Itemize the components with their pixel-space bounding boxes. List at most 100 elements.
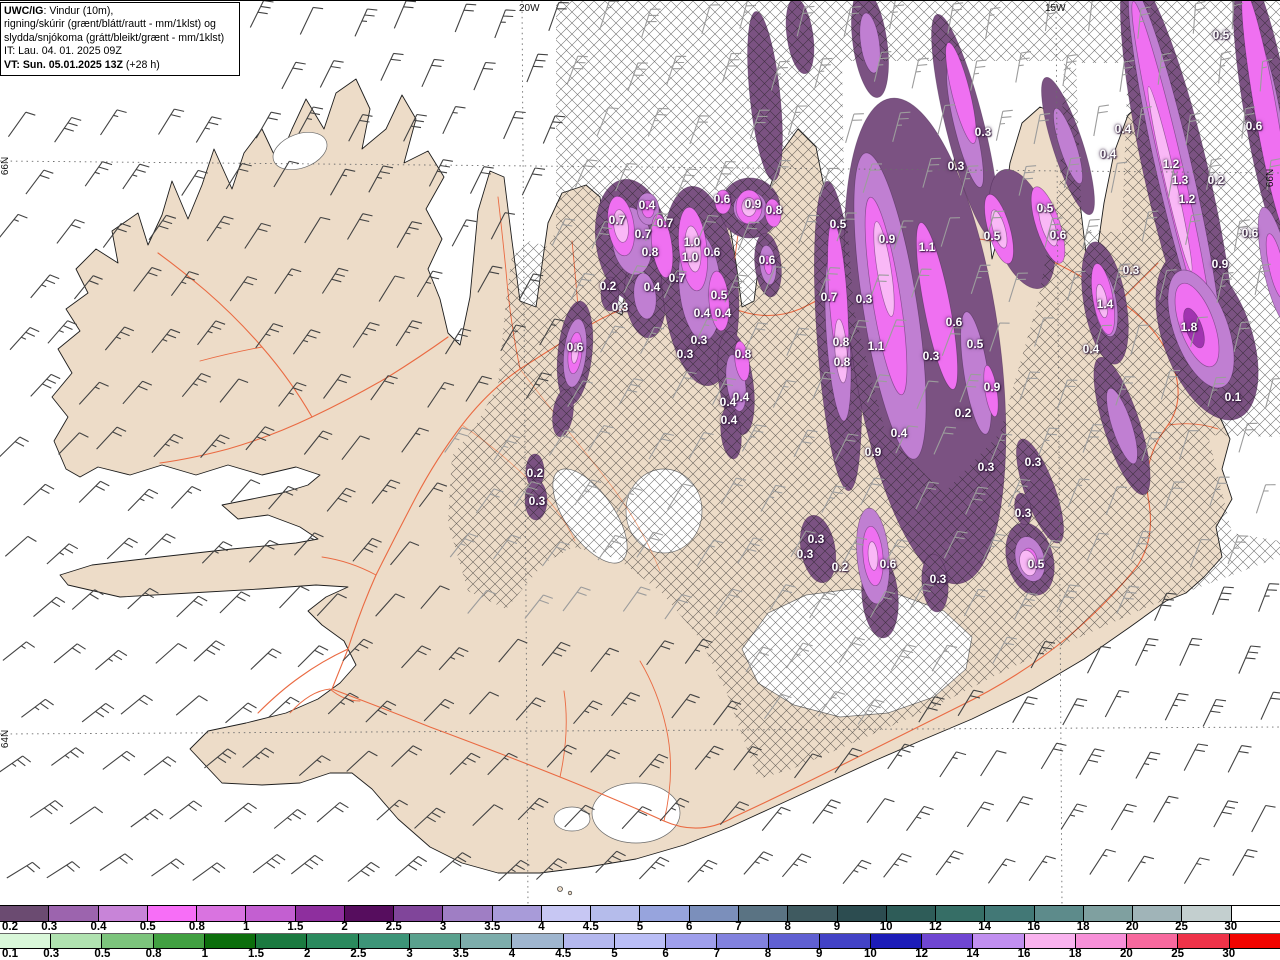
legend-color-cell xyxy=(768,934,820,948)
legend-color-cell xyxy=(197,906,247,921)
legend-tick-label: 10 xyxy=(879,921,893,933)
legend-tick-label: 16 xyxy=(1027,921,1041,933)
legend-tick-label: 4.5 xyxy=(582,921,599,933)
rain-scale-bar xyxy=(0,933,1280,949)
legend-color-cell xyxy=(344,906,395,921)
rain-scale-labels: 0.1 0.3 0.5 0.8 1 1.5 2 2.5 3 3.5 4 4.5 5 6 7 8 9 10 12 14 1… xyxy=(0,948,1280,960)
legend-tick-label: 0.3 xyxy=(43,948,60,960)
legend-color-cell xyxy=(204,934,257,948)
legend-tick-label: 2 xyxy=(341,921,348,933)
legend-tick-label: 18 xyxy=(1068,948,1082,960)
weather-map-screenshot: 0.5 0.3 0.4 0.6 0.4 0.3 1.2 1.3 0.2 1.2 0.4 0.6 0.9 0… xyxy=(0,0,1280,960)
legend-color-cell xyxy=(1178,934,1230,948)
legend-tick-label: 30 xyxy=(1224,921,1238,933)
legend-color-cell xyxy=(49,906,99,921)
legend-tick-label: 12 xyxy=(928,921,942,933)
legend-tick-label: 0.3 xyxy=(41,921,58,933)
legend-color-cell xyxy=(837,906,887,921)
legend-tick-label: 9 xyxy=(815,948,823,960)
legend-color-cell xyxy=(640,906,690,921)
legend-tick-label: 2 xyxy=(303,948,311,960)
legend-color-cell xyxy=(563,934,615,948)
legend-tick-label: 8 xyxy=(784,921,791,933)
legend-tick-label: 0.1 xyxy=(2,948,18,960)
legend-color-cell xyxy=(717,934,769,948)
legend-tick-label: 0.5 xyxy=(139,921,156,933)
legend-tick-label: 16 xyxy=(1017,948,1031,960)
legend-color-cell xyxy=(147,906,198,921)
legend-color-cell xyxy=(307,934,359,948)
legend-color-cell xyxy=(819,934,871,948)
app-id: UWC/IG xyxy=(4,5,44,17)
legend-tick-label: 0.5 xyxy=(94,948,111,960)
legend-tick-label: 8 xyxy=(764,948,772,960)
map-canvas: 0.5 0.3 0.4 0.6 0.4 0.3 1.2 1.3 0.2 1.2 0.4 0.6 0.9 0… xyxy=(0,0,1280,905)
legend-color-cell xyxy=(1231,906,1280,921)
legend-tick-label: 14 xyxy=(966,948,980,960)
legend-tick-label: 0.8 xyxy=(188,921,205,933)
legend-tick-label: 3 xyxy=(439,921,447,933)
legend-color-cell xyxy=(936,906,986,921)
legend-color-cell xyxy=(1024,934,1076,948)
title-line-5: VT: Sun. 05.01.2025 13Z (+28 h) xyxy=(4,58,160,71)
legend-color-cell xyxy=(1182,906,1232,921)
legend-color-cell xyxy=(614,934,667,948)
legend-tick-label: 6 xyxy=(662,948,669,960)
legend-tick-label: 25 xyxy=(1175,921,1188,933)
legend-color-cell xyxy=(51,934,103,948)
legend-color-cell xyxy=(1229,934,1280,948)
legend-tick-label: 3 xyxy=(406,948,413,960)
legend-tick-label: 4 xyxy=(538,921,545,933)
legend-tick-label: 30 xyxy=(1222,948,1236,960)
legend-color-cell xyxy=(256,934,308,948)
legend-tick-label: 20 xyxy=(1125,921,1139,933)
legend-color-cell xyxy=(870,934,923,948)
legend-color-cell xyxy=(512,934,564,948)
legend-tick-label: 5 xyxy=(636,921,644,933)
legend-tick-label: 2.5 xyxy=(350,948,367,960)
legend-color-cell xyxy=(394,906,444,921)
legend-tick-label: 3.5 xyxy=(484,921,501,933)
legend-color-cell xyxy=(102,934,154,948)
legend-color-cell xyxy=(541,906,592,921)
islet xyxy=(567,890,573,896)
legend-color-cell xyxy=(985,906,1035,921)
title-box: UWC/IG: Vindur (10m), rigning/skúrir (gr… xyxy=(0,2,240,77)
legend-tick-label: 18 xyxy=(1076,921,1090,933)
legend-color-cell xyxy=(98,906,148,921)
legend-tick-label: 5 xyxy=(611,948,618,960)
legend-color-cell xyxy=(358,934,410,948)
legend-color-cell xyxy=(973,934,1025,948)
legend-color-cell xyxy=(0,906,50,921)
legend-color-cell xyxy=(0,934,52,948)
legend-color-cell xyxy=(591,906,641,921)
legend-color-cell xyxy=(1075,934,1128,948)
legend-color-cell xyxy=(246,906,296,921)
legend-tick-label: 20 xyxy=(1119,948,1133,960)
legend-tick-label: 0.2 xyxy=(2,921,18,933)
legend-tick-label: 6 xyxy=(685,921,693,933)
legend-tick-label: 25 xyxy=(1171,948,1184,960)
title-line-3: slydda/snjókoma (grátt/bleikt/grænt - mm… xyxy=(4,31,225,44)
legend-color-cell xyxy=(689,906,739,921)
legend-tick-label: 9 xyxy=(833,921,841,933)
legend-color-cell xyxy=(788,906,838,921)
legend-color-cell xyxy=(1133,906,1183,921)
legend-color-cell xyxy=(922,934,974,948)
legend-tick-label: 0.8 xyxy=(145,948,162,960)
legend-tick-label: 2.5 xyxy=(385,921,402,933)
iceland-weather-map xyxy=(0,1,1280,905)
title-line-2: rigning/skúrir (grænt/blátt/rautt - mm/1… xyxy=(4,18,216,31)
legend-color-cell xyxy=(409,934,462,948)
legend-color-cell xyxy=(666,934,718,948)
snow-scale-bar xyxy=(0,906,1280,922)
title-line-1: UWC/IG: Vindur (10m), xyxy=(4,5,114,17)
legend-color-cell xyxy=(153,934,205,948)
legend-tick-label: 4 xyxy=(508,948,516,960)
legend-tick-label: 7 xyxy=(735,921,742,933)
westman-islands xyxy=(557,886,563,892)
legend-color-cell xyxy=(461,934,513,948)
legend-tick-label: 1.5 xyxy=(287,921,304,933)
legend-tick-label: 4.5 xyxy=(555,948,572,960)
precip-blob-layer xyxy=(741,197,757,217)
